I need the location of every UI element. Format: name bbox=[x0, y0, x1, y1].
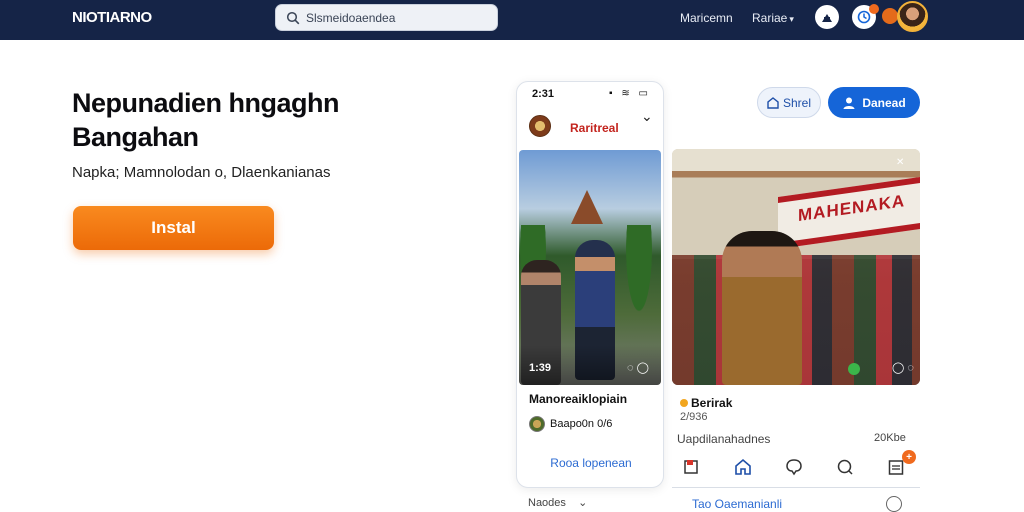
search-action-button[interactable] bbox=[834, 456, 856, 478]
chevron-down-icon: ⌄ bbox=[578, 497, 588, 509]
video-overlay-icons[interactable]: ◯ ◌ bbox=[892, 361, 914, 374]
video-duration: 1:39 bbox=[529, 362, 552, 374]
home-button[interactable] bbox=[732, 456, 754, 478]
search-input[interactable]: Slsmeidoaendea bbox=[306, 11, 395, 25]
divider bbox=[672, 487, 920, 488]
share-icon bbox=[767, 96, 779, 109]
follow-button[interactable]: Danead bbox=[828, 87, 920, 118]
profile-avatar[interactable] bbox=[897, 1, 928, 32]
video-description: Uapdilanahadnes bbox=[677, 432, 771, 446]
phone-link[interactable]: Rooa lopenean bbox=[517, 456, 663, 470]
banner-text: MAHENAKA bbox=[798, 191, 906, 226]
phone-status-time: 2:31 bbox=[532, 88, 555, 100]
add-badge-icon[interactable]: + bbox=[902, 450, 916, 464]
username[interactable]: Baapo0n 0/6 bbox=[550, 418, 612, 430]
search-action-icon bbox=[837, 459, 853, 475]
author-badge-icon bbox=[680, 399, 688, 407]
more-icon[interactable]: ✕ bbox=[896, 157, 904, 168]
notification-badge bbox=[869, 4, 879, 14]
video-overlay-icons: ◌ ◯ bbox=[627, 362, 649, 374]
channel-avatar[interactable] bbox=[529, 115, 551, 137]
phone-video-thumbnail[interactable]: 1:39 ◌ ◯ bbox=[519, 150, 661, 385]
nav-link-2-label: Rariae bbox=[752, 11, 788, 25]
channel-name[interactable]: Raritreal bbox=[570, 121, 619, 135]
bell-icon bbox=[857, 10, 871, 24]
page-subtitle: Napka; Mamnolodan o, Dlaenkanianas bbox=[72, 164, 331, 181]
home-icon bbox=[735, 458, 751, 475]
nav-link-1[interactable]: Maricemn bbox=[680, 11, 733, 25]
upload-button[interactable] bbox=[815, 5, 839, 29]
video-author[interactable]: Berirak bbox=[680, 396, 732, 410]
search-bar[interactable]: Slsmeidoaendea bbox=[275, 4, 498, 31]
comment-button[interactable] bbox=[783, 456, 805, 478]
chevron-down-icon[interactable]: ⌄ bbox=[641, 108, 653, 125]
below-label-text: Naodes bbox=[528, 497, 566, 509]
chevron-down-icon: ▾ bbox=[789, 14, 794, 24]
check-circle-icon[interactable] bbox=[886, 496, 902, 512]
like-icon bbox=[684, 460, 698, 474]
follow-label: Danead bbox=[862, 95, 906, 110]
user-avatar[interactable] bbox=[529, 416, 545, 432]
live-dot bbox=[848, 363, 860, 375]
nav-link-2-dropdown[interactable]: Rariae ▾ bbox=[752, 11, 794, 25]
tree-graphic bbox=[619, 225, 659, 345]
search-icon bbox=[286, 11, 300, 25]
author-name: Berirak bbox=[691, 396, 733, 410]
install-button[interactable]: Instal bbox=[73, 206, 274, 250]
phone-preview-card: 2:31 ▪ ≋ ▭ Raritreal ⌄ 1:39 ◌ ◯ Manoreai… bbox=[516, 81, 664, 488]
comment-icon bbox=[786, 459, 802, 476]
app-logo[interactable]: NIOTIARNO bbox=[72, 9, 152, 26]
top-navbar: NIOTIARNO Slsmeidoaendea Maricemn Rariae… bbox=[0, 0, 1024, 40]
phone-below-label[interactable]: Naodes ⌄ bbox=[528, 496, 587, 509]
share-label: Shrel bbox=[782, 95, 811, 110]
page-title: Nepunadien hngaghn Bangahan bbox=[72, 88, 340, 152]
roof-graphic bbox=[571, 190, 603, 224]
action-bar: + bbox=[678, 450, 920, 478]
video-caption: Manoreaiklopiain bbox=[529, 392, 628, 406]
user-icon bbox=[843, 97, 855, 109]
main-video-player[interactable]: MAHENAKA ✕ ◯ ◌ bbox=[672, 149, 920, 385]
share-button[interactable]: Shrel bbox=[757, 87, 821, 118]
user-icon bbox=[822, 14, 832, 22]
bottom-link[interactable]: Tao Oaemanianli bbox=[692, 497, 782, 511]
video-count: 2/936 bbox=[680, 411, 708, 423]
phone-status-icons: ▪ ≋ ▭ bbox=[609, 88, 651, 99]
like-button[interactable] bbox=[680, 456, 702, 478]
view-count: 20Kbe bbox=[874, 432, 906, 444]
person-graphic bbox=[722, 231, 802, 385]
